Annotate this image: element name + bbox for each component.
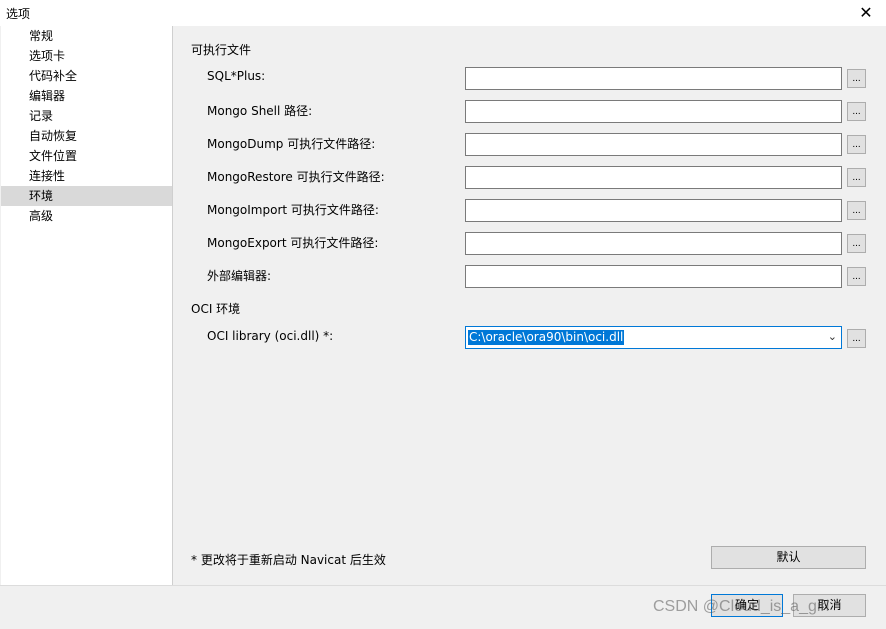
sidebar-item-auto-recovery[interactable]: 自动恢复 — [1, 126, 172, 146]
mongo-shell-path-input[interactable] — [465, 100, 842, 123]
oci-library-label: OCI library (oci.dll) *: — [207, 329, 334, 343]
oci-library-select[interactable]: C:\oracle\ora90\bin\oci.dll ⌄ — [465, 326, 842, 349]
default-button[interactable]: 默认 — [711, 546, 866, 569]
sidebar-item-logging[interactable]: 记录 — [1, 106, 172, 126]
watermark: CSDN @Cloud_is_a_girl — [653, 598, 830, 615]
window-title: 选项 — [6, 7, 31, 21]
sidebar-item-connectivity[interactable]: 连接性 — [1, 166, 172, 186]
oci-library-value: C:\oracle\ora90\bin\oci.dll — [468, 330, 625, 345]
sidebar-item-environment[interactable]: 环境 — [1, 186, 172, 206]
sidebar-item-editor[interactable]: 编辑器 — [1, 86, 172, 106]
mongodump-browse-button[interactable]: ... — [847, 135, 866, 154]
oci-library-browse-button[interactable]: ... — [847, 329, 866, 348]
title-bar: 选项 ✕ — [0, 0, 886, 26]
executables-section-title: 可执行文件 — [191, 43, 252, 57]
sidebar-item-file-location[interactable]: 文件位置 — [1, 146, 172, 166]
mongoexport-label: MongoExport 可执行文件路径: — [207, 236, 379, 250]
external-editor-browse-button[interactable]: ... — [847, 267, 866, 286]
mongodump-path-input[interactable] — [465, 133, 842, 156]
mongoimport-label: MongoImport 可执行文件路径: — [207, 203, 379, 217]
mongorestore-label: MongoRestore 可执行文件路径: — [207, 170, 385, 184]
sidebar-item-general[interactable]: 常规 — [1, 26, 172, 46]
sqlplus-path-input[interactable] — [465, 67, 842, 90]
mongodump-label: MongoDump 可执行文件路径: — [207, 137, 376, 151]
close-icon[interactable]: ✕ — [846, 0, 886, 26]
mongoimport-browse-button[interactable]: ... — [847, 201, 866, 220]
sqlplus-browse-button[interactable]: ... — [847, 69, 866, 88]
mongoimport-path-input[interactable] — [465, 199, 842, 222]
chevron-down-icon[interactable]: ⌄ — [828, 330, 837, 343]
oci-section-title: OCI 环境 — [191, 302, 241, 316]
sidebar-item-code-completion[interactable]: 代码补全 — [1, 66, 172, 86]
sidebar-item-tabs[interactable]: 选项卡 — [1, 46, 172, 66]
mongo-shell-browse-button[interactable]: ... — [847, 102, 866, 121]
external-editor-path-input[interactable] — [465, 265, 842, 288]
mongoexport-browse-button[interactable]: ... — [847, 234, 866, 253]
mongo-shell-label: Mongo Shell 路径: — [207, 104, 313, 118]
mongorestore-path-input[interactable] — [465, 166, 842, 189]
restart-note: * 更改将于重新启动 Navicat 后生效 — [191, 553, 386, 567]
external-editor-label: 外部编辑器: — [207, 269, 272, 283]
sqlplus-label: SQL*Plus: — [207, 69, 266, 83]
mongorestore-browse-button[interactable]: ... — [847, 168, 866, 187]
footer-divider — [0, 585, 886, 586]
mongoexport-path-input[interactable] — [465, 232, 842, 255]
options-sidebar: 常规 选项卡 代码补全 编辑器 记录 自动恢复 文件位置 连接性 环境 高级 — [1, 26, 173, 585]
sidebar-item-advanced[interactable]: 高级 — [1, 206, 172, 226]
